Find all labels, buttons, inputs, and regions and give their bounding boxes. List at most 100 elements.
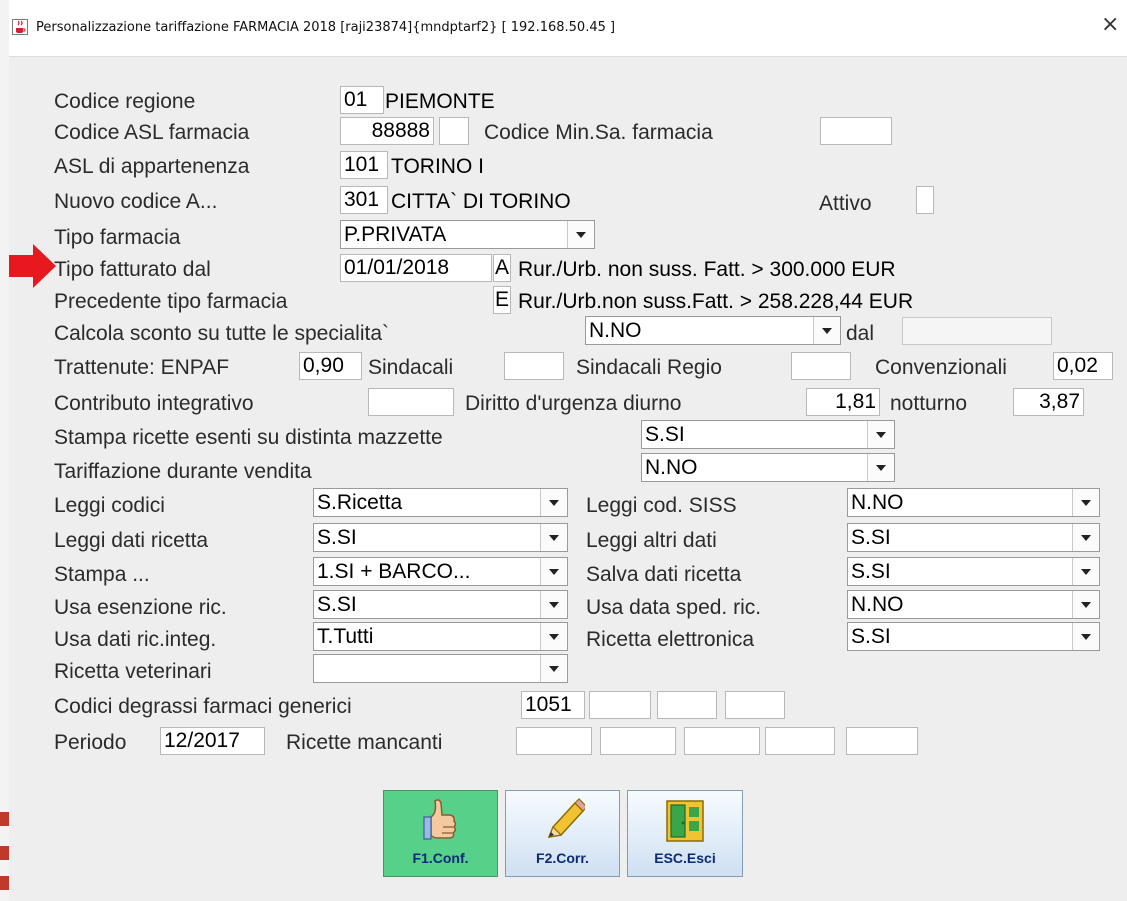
nuovo-codice-name: CITTA` DI TORINO bbox=[391, 190, 571, 213]
close-icon[interactable]: × bbox=[1101, 14, 1119, 36]
ricette-mancanti-field[interactable] bbox=[684, 727, 760, 755]
exit-door-icon bbox=[666, 800, 704, 842]
codice-degrassi-field[interactable] bbox=[657, 691, 717, 719]
convenzionali-label: Convenzionali bbox=[875, 356, 1007, 379]
chevron-down-icon[interactable] bbox=[1072, 558, 1099, 585]
codice-regione-label: Codice regione bbox=[54, 90, 196, 113]
usa-esenzione-select[interactable]: S.SI bbox=[313, 590, 568, 619]
tipo-farmacia-select[interactable]: P.PRIVATA bbox=[340, 220, 595, 249]
exit-button[interactable]: ESC.Esci bbox=[627, 790, 743, 877]
chevron-down-icon[interactable] bbox=[1072, 623, 1099, 650]
stampa-esenti-select[interactable]: S.SI bbox=[641, 420, 895, 449]
tipo-fatturato-date-field[interactable]: 01/01/2018 bbox=[340, 254, 492, 282]
codici-degrassi-label: Codici degrassi farmaci generici bbox=[54, 695, 352, 718]
ricetta-elettronica-select[interactable]: S.SI bbox=[847, 622, 1100, 651]
usa-data-sped-select[interactable]: N.NO bbox=[847, 590, 1100, 619]
chevron-down-icon[interactable] bbox=[567, 221, 594, 248]
chevron-down-icon[interactable] bbox=[1072, 489, 1099, 516]
trattenute-enpaf-label: Trattenute: ENPAF bbox=[54, 356, 230, 379]
chevron-down-icon[interactable] bbox=[540, 558, 567, 585]
codice-minsa-field[interactable] bbox=[820, 117, 892, 145]
chevron-down-icon[interactable] bbox=[813, 317, 840, 344]
salva-dati-label: Salva dati ricetta bbox=[586, 563, 742, 586]
contributo-field[interactable] bbox=[368, 388, 454, 416]
ricette-mancanti-field[interactable] bbox=[600, 727, 676, 755]
ricetta-elettronica-label: Ricetta elettronica bbox=[586, 628, 755, 651]
codice-asl-field[interactable]: 88888 bbox=[340, 117, 434, 145]
stampa-select[interactable]: 1.SI + BARCO... bbox=[313, 557, 568, 586]
thumbs-up-icon bbox=[422, 799, 456, 840]
leggi-altri-select[interactable]: S.SI bbox=[847, 523, 1100, 552]
leggi-siss-label: Leggi cod. SISS bbox=[586, 494, 737, 517]
leggi-siss-value: N.NO bbox=[851, 491, 904, 514]
codice-degrassi-field[interactable] bbox=[725, 691, 785, 719]
chevron-down-icon[interactable] bbox=[1072, 591, 1099, 618]
ricetta-veterinari-select[interactable] bbox=[313, 654, 568, 683]
chevron-down-icon[interactable] bbox=[540, 591, 567, 618]
codice-degrassi-field[interactable]: 1051 bbox=[521, 691, 585, 719]
stampa-value: 1.SI + BARCO... bbox=[317, 560, 471, 583]
ricette-mancanti-field[interactable] bbox=[846, 727, 918, 755]
chevron-down-icon[interactable] bbox=[540, 655, 567, 682]
tipo-fatturato-desc: Rur./Urb. non suss. Fatt. > 300.000 EUR bbox=[518, 258, 896, 281]
stampa-esenti-label: Stampa ricette esenti su distinta mazzet… bbox=[54, 426, 443, 449]
leggi-siss-select[interactable]: N.NO bbox=[847, 488, 1100, 517]
exit-button-label: ESC.Esci bbox=[654, 850, 716, 866]
sindacali-field[interactable] bbox=[504, 352, 564, 380]
red-arrow-pointer-icon bbox=[9, 244, 56, 288]
usa-data-sped-value: N.NO bbox=[851, 593, 904, 616]
asl-appartenenza-field[interactable]: 101 bbox=[340, 151, 388, 179]
codice-degrassi-field[interactable] bbox=[589, 691, 651, 719]
chevron-down-icon[interactable] bbox=[867, 454, 894, 481]
pencil-icon bbox=[547, 798, 585, 838]
tipo-fatturato-code-field[interactable]: A bbox=[493, 254, 511, 282]
usa-dati-integ-label: Usa dati ric.integ. bbox=[54, 628, 217, 651]
chevron-down-icon[interactable] bbox=[540, 623, 567, 650]
salva-dati-value: S.SI bbox=[851, 560, 891, 583]
ricette-mancanti-field[interactable] bbox=[765, 727, 835, 755]
salva-dati-select[interactable]: S.SI bbox=[847, 557, 1100, 586]
precedente-tipo-code-field[interactable]: E bbox=[493, 286, 511, 314]
chevron-down-icon[interactable] bbox=[540, 524, 567, 551]
leggi-altri-value: S.SI bbox=[851, 526, 891, 549]
ricette-mancanti-label: Ricette mancanti bbox=[286, 731, 443, 754]
usa-esenzione-value: S.SI bbox=[317, 593, 357, 616]
usa-dati-integ-select[interactable]: T.Tutti bbox=[313, 622, 568, 651]
dialog-window: Personalizzazione tariffazione FARMACIA … bbox=[9, 0, 1127, 901]
asl-appartenenza-label: ASL di appartenenza bbox=[54, 155, 250, 178]
chevron-down-icon[interactable] bbox=[540, 489, 567, 516]
codice-asl-extra-field[interactable] bbox=[439, 117, 469, 145]
leggi-codici-select[interactable]: S.Ricetta bbox=[313, 488, 568, 517]
enpaf-field[interactable]: 0,90 bbox=[299, 352, 362, 380]
notturno-label: notturno bbox=[890, 392, 968, 415]
ricette-mancanti-field[interactable] bbox=[516, 727, 592, 755]
leggi-dati-label: Leggi dati ricetta bbox=[54, 529, 209, 552]
codice-regione-field[interactable]: 01 bbox=[340, 86, 384, 114]
periodo-field[interactable]: 12/2017 bbox=[160, 727, 265, 755]
tariff-vendita-select[interactable]: N.NO bbox=[641, 453, 895, 482]
precedente-tipo-desc: Rur./Urb.non suss.Fatt. > 258.228,44 EUR bbox=[518, 290, 914, 313]
edge-mark bbox=[0, 876, 9, 890]
dal-date-field[interactable] bbox=[902, 317, 1052, 345]
notturno-field[interactable]: 3,87 bbox=[1013, 388, 1084, 416]
sindacali-regio-field[interactable] bbox=[791, 352, 851, 380]
precedente-tipo-label: Precedente tipo farmacia bbox=[54, 290, 288, 313]
nuovo-codice-field[interactable]: 301 bbox=[340, 186, 388, 214]
chevron-down-icon[interactable] bbox=[867, 421, 894, 448]
java-cup-icon bbox=[12, 19, 28, 35]
title-bar[interactable]: Personalizzazione tariffazione FARMACIA … bbox=[9, 0, 1127, 57]
chevron-down-icon[interactable] bbox=[1072, 524, 1099, 551]
confirm-button[interactable]: F1.Conf. bbox=[383, 790, 498, 877]
convenzionali-field[interactable]: 0,02 bbox=[1053, 352, 1113, 380]
diurno-field[interactable]: 1,81 bbox=[806, 388, 880, 416]
attivo-field[interactable] bbox=[916, 186, 934, 214]
edge-mark bbox=[0, 812, 9, 826]
leggi-dati-value: S.SI bbox=[317, 526, 357, 549]
tipo-fatturato-label: Tipo fatturato dal bbox=[54, 258, 211, 281]
leggi-dati-select[interactable]: S.SI bbox=[313, 523, 568, 552]
confirm-button-label: F1.Conf. bbox=[412, 850, 469, 866]
calcola-sconto-select[interactable]: N.NO bbox=[585, 316, 841, 345]
correct-button[interactable]: F2.Corr. bbox=[505, 790, 620, 877]
sindacali-label: Sindacali bbox=[368, 356, 454, 379]
tipo-farmacia-label: Tipo farmacia bbox=[54, 226, 181, 249]
